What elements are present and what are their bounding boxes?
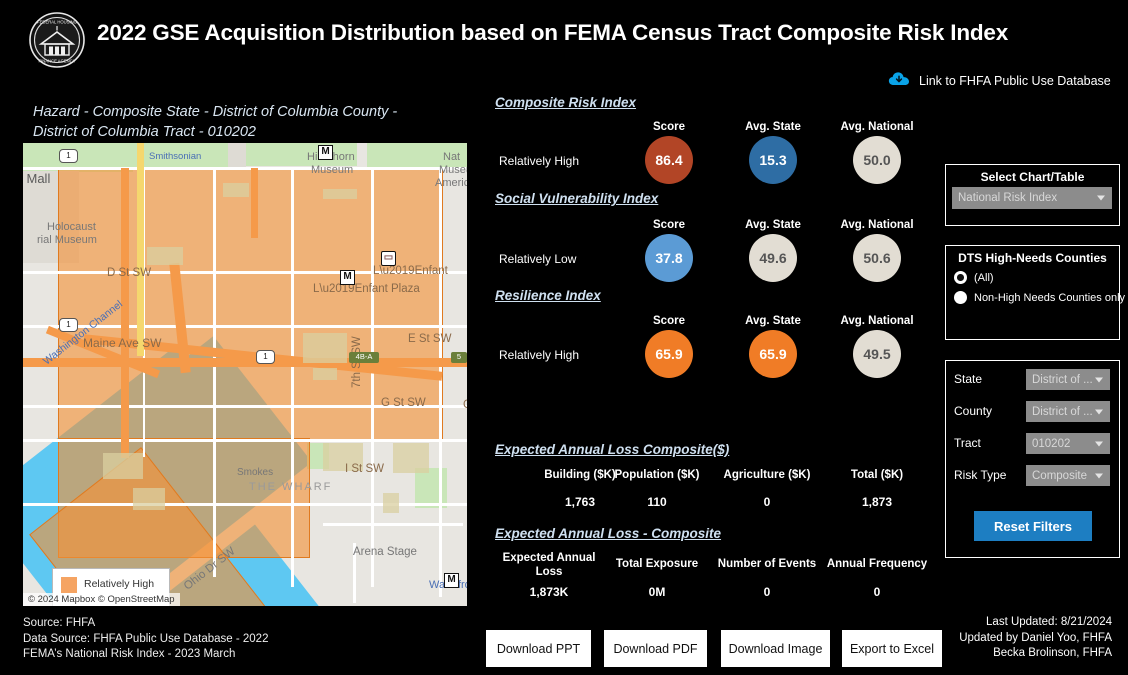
- bubble-avg-state-composite-risk-index: 15.3: [749, 136, 797, 184]
- column-header-total: Total ($K): [850, 469, 904, 481]
- public-use-database-link[interactable]: Link to FHFA Public Use Database: [888, 70, 1111, 92]
- select-chart-value: National Risk Index: [958, 192, 1058, 204]
- cloud-download-icon: [888, 71, 910, 92]
- value-population: 110: [647, 495, 667, 509]
- filters-panel: State District of ... County District of…: [945, 360, 1120, 558]
- svg-text:FINANCE AGENCY: FINANCE AGENCY: [39, 59, 76, 64]
- value-expected-annual-loss: 1,873K: [529, 585, 569, 599]
- value-total: 1,873: [861, 495, 893, 509]
- column-header-avg-national-0: Avg. National: [840, 121, 914, 133]
- filter-label-county: County: [954, 404, 993, 418]
- filter-dropdown-state[interactable]: District of ...: [1026, 369, 1110, 390]
- column-header-score-0: Score: [653, 121, 685, 133]
- chevron-down-icon: [1097, 195, 1105, 201]
- value-total-exposure: 0M: [648, 585, 666, 599]
- bubble-avg-national-composite-risk-index: 50.0: [853, 136, 901, 184]
- breadcrumb: Hazard - Composite State - District of C…: [33, 102, 483, 142]
- chevron-down-icon: [1095, 473, 1103, 478]
- dts-option-non-high-needs[interactable]: Non-High Needs Counties only: [954, 291, 1125, 304]
- filter-label-tract: Tract: [954, 436, 981, 450]
- value-number-of-events: 0: [763, 585, 771, 599]
- radio-selected-icon: [954, 271, 967, 284]
- column-header-score-1: Score: [653, 219, 685, 231]
- dts-option-all[interactable]: (All): [954, 271, 994, 284]
- updated-line-2: Updated by Daniel Yoo, FHFA: [959, 631, 1112, 644]
- filter-label-risk-type: Risk Type: [954, 468, 1007, 482]
- map-legend-label: Relatively High: [84, 578, 155, 590]
- source-line-2: Data Source: FHFA Public Use Database - …: [23, 632, 269, 645]
- filter-value-county: District of ...: [1032, 405, 1093, 418]
- bubble-avg-national-social-vulnerability-index: 50.6: [853, 234, 901, 282]
- dts-option-non-high-needs-label: Non-High Needs Counties only: [974, 291, 1126, 304]
- map-basemap: Smithsonian l Mall Hirshhorn Museum Nat …: [23, 143, 467, 606]
- svg-text:FEDERAL HOUSING: FEDERAL HOUSING: [37, 20, 77, 25]
- section-title-resilience-index[interactable]: Resilience Index: [495, 288, 601, 303]
- bubble-avg-state-social-vulnerability-index: 49.6: [749, 234, 797, 282]
- bubble-score-resilience-index: 65.9: [645, 330, 693, 378]
- filter-dropdown-tract[interactable]: 010202: [1026, 433, 1110, 454]
- filter-value-tract: 010202: [1032, 437, 1071, 450]
- select-chart-panel: Select Chart/Table National Risk Index: [945, 164, 1120, 226]
- dashboard-header: FEDERAL HOUSING FINANCE AGENCY 2022 GSE …: [0, 0, 1128, 72]
- chevron-down-icon: [1095, 441, 1103, 446]
- category-label-composite-risk-index: Relatively High: [499, 154, 580, 168]
- select-chart-dropdown[interactable]: National Risk Index: [952, 187, 1112, 209]
- filter-dropdown-county[interactable]: District of ...: [1026, 401, 1110, 422]
- public-use-database-link-label: Link to FHFA Public Use Database: [919, 74, 1111, 88]
- census-tract-map[interactable]: Smithsonian l Mall Hirshhorn Museum Nat …: [23, 143, 467, 606]
- reset-filters-button[interactable]: Reset Filters: [974, 511, 1092, 541]
- breadcrumb-line-1: Hazard - Composite State - District of C…: [33, 104, 398, 120]
- filter-value-state: District of ...: [1032, 373, 1093, 386]
- section-title-eal-composite[interactable]: Expected Annual Loss Composite($): [495, 442, 729, 457]
- breadcrumb-line-2: District of Columbia Tract - 010202: [33, 124, 256, 140]
- filter-value-risk-type: Composite: [1032, 469, 1087, 482]
- dts-option-all-label: (All): [974, 271, 994, 284]
- column-header-avg-state-1: Avg. State: [745, 219, 801, 231]
- chevron-down-icon: [1095, 409, 1103, 414]
- source-line-3: FEMA’s National Risk Index - 2023 March: [23, 648, 236, 660]
- bubble-avg-state-resilience-index: 65.9: [749, 330, 797, 378]
- sources-note: Source: FHFA Data Source: FHFA Public Us…: [23, 616, 268, 663]
- bubble-avg-national-resilience-index: 49.5: [853, 330, 901, 378]
- bubble-score-composite-risk-index: 86.4: [645, 136, 693, 184]
- updated-line-3: Becka Brolinson, FHFA: [993, 647, 1112, 659]
- section-title-eal-detail[interactable]: Expected Annual Loss - Composite: [495, 526, 721, 541]
- download-pdf-button[interactable]: Download PDF: [604, 630, 707, 667]
- column-header-expected-annual-loss: Expected Annual Loss: [502, 552, 596, 578]
- chevron-down-icon: [1095, 377, 1103, 382]
- column-header-total-exposure: Total Exposure: [615, 558, 699, 570]
- download-image-button[interactable]: Download Image: [721, 630, 830, 667]
- source-line-1: Source: FHFA: [23, 617, 96, 629]
- column-header-population: Population ($K): [614, 469, 700, 481]
- fhfa-seal-logo: FEDERAL HOUSING FINANCE AGENCY: [28, 11, 86, 69]
- radio-unselected-icon: [954, 291, 967, 304]
- category-label-social-vulnerability-index: Relatively Low: [499, 252, 577, 266]
- filter-dropdown-risk-type[interactable]: Composite: [1026, 465, 1110, 486]
- updated-line-1: Last Updated: 8/21/2024: [986, 616, 1112, 628]
- column-header-number-of-events: Number of Events: [717, 558, 817, 570]
- map-attribution: © 2024 Mapbox © OpenStreetMap: [23, 593, 180, 606]
- select-chart-title: Select Chart/Table: [980, 170, 1085, 184]
- bubble-score-social-vulnerability-index: 37.8: [645, 234, 693, 282]
- export-to-excel-button[interactable]: Export to Excel: [842, 630, 942, 667]
- dts-high-needs-panel: DTS High-Needs Counties (All) Non-High N…: [945, 245, 1125, 340]
- column-header-avg-national-1: Avg. National: [840, 219, 914, 231]
- column-header-avg-national-2: Avg. National: [840, 315, 914, 327]
- category-label-resilience-index: Relatively High: [499, 348, 580, 362]
- last-updated-note: Last Updated: 8/21/2024 Updated by Danie…: [959, 615, 1112, 662]
- value-agriculture: 0: [763, 495, 771, 509]
- column-header-score-2: Score: [653, 315, 685, 327]
- section-title-social-vulnerability-index[interactable]: Social Vulnerability Index: [495, 191, 658, 206]
- value-annual-frequency: 0: [873, 585, 881, 599]
- dts-panel-title: DTS High-Needs Counties: [958, 251, 1107, 265]
- column-header-avg-state-0: Avg. State: [745, 121, 801, 133]
- page-title: 2022 GSE Acquisition Distribution based …: [97, 20, 1009, 45]
- column-header-agriculture: Agriculture ($K): [723, 469, 811, 481]
- map-legend-swatch: [61, 577, 77, 593]
- column-header-annual-frequency: Annual Frequency: [826, 558, 928, 570]
- section-title-composite-risk-index[interactable]: Composite Risk Index: [495, 95, 636, 110]
- column-header-avg-state-2: Avg. State: [745, 315, 801, 327]
- filter-label-state: State: [954, 372, 983, 386]
- download-ppt-button[interactable]: Download PPT: [486, 630, 591, 667]
